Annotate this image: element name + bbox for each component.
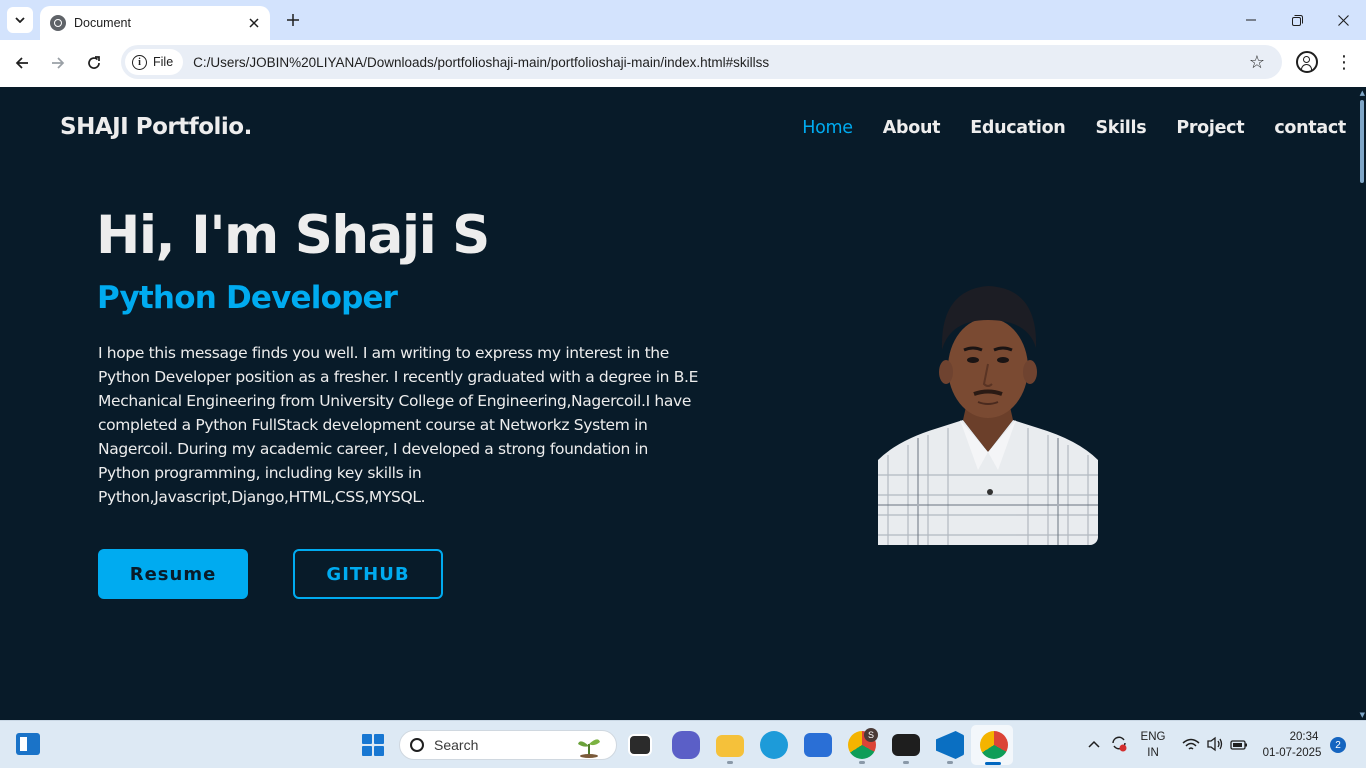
running-indicator <box>947 761 953 764</box>
arrow-right-icon <box>52 57 65 69</box>
search-icon <box>410 738 424 752</box>
start-button[interactable] <box>362 734 384 756</box>
reload-icon <box>88 56 100 69</box>
microsoft-store-icon[interactable] <box>804 733 832 757</box>
tab-search-button[interactable] <box>7 7 33 33</box>
taskbar-search-label: Search <box>434 737 479 753</box>
plus-icon <box>287 14 299 26</box>
main-nav: Home About Education Skills Project cont… <box>802 118 1346 138</box>
wifi-icon[interactable] <box>1182 737 1200 756</box>
widgets-icon[interactable] <box>16 733 40 755</box>
restore-button[interactable] <box>1274 0 1320 40</box>
language-indicator-bottom[interactable]: IN <box>1138 747 1168 759</box>
chevron-down-icon <box>15 17 25 23</box>
toolbar: i File C:/Users/JOBIN%20LIYANA/Downloads… <box>0 40 1366 87</box>
browser-tab[interactable]: Document <box>40 6 270 40</box>
terminal-icon[interactable] <box>892 734 920 756</box>
taskbar-search[interactable]: Search <box>399 730 617 760</box>
resume-button[interactable]: Resume <box>98 549 248 599</box>
new-tab-button[interactable] <box>281 8 305 32</box>
reload-button[interactable] <box>80 50 108 76</box>
nav-about[interactable]: About <box>883 118 941 138</box>
minimize-icon <box>1246 19 1256 21</box>
tab-title: Document <box>74 16 131 30</box>
close-icon <box>1337 14 1349 26</box>
edge-icon[interactable] <box>760 731 788 759</box>
volume-icon[interactable] <box>1206 736 1224 756</box>
taskbar: Search S ENG IN 20:34 01-07-2025 2 <box>0 720 1366 768</box>
restore-icon <box>1291 14 1303 26</box>
scroll-down-arrow-icon[interactable]: ▼ <box>1360 711 1365 719</box>
profile-photo <box>878 280 1098 545</box>
scroll-thumb[interactable] <box>1360 100 1364 183</box>
clock-date[interactable]: 01-07-2025 <box>1258 747 1326 759</box>
clock-time[interactable]: 20:34 <box>1282 731 1326 743</box>
kebab-menu-icon[interactable]: ⋮ <box>1334 50 1354 76</box>
notification-badge[interactable]: 2 <box>1330 737 1346 753</box>
nav-home[interactable]: Home <box>802 118 853 138</box>
nav-contact[interactable]: contact <box>1274 118 1346 138</box>
minimize-button[interactable] <box>1228 0 1274 40</box>
running-indicator <box>903 761 909 764</box>
arrow-left-icon <box>15 57 28 69</box>
github-button[interactable]: GITHUB <box>293 549 443 599</box>
plant-icon <box>578 739 600 758</box>
info-icon: i <box>132 54 147 70</box>
url-text[interactable]: C:/Users/JOBIN%20LIYANA/Downloads/portfo… <box>193 55 1242 70</box>
chrome-icon[interactable] <box>980 731 1008 759</box>
running-indicator <box>727 761 733 764</box>
site-info-chip[interactable]: i File <box>125 49 184 75</box>
page-viewport: SHAJI Portfolio. Home About Education Sk… <box>0 87 1366 720</box>
address-bar[interactable]: i File C:/Users/JOBIN%20LIYANA/Downloads… <box>121 45 1282 79</box>
task-view-icon[interactable] <box>628 734 652 756</box>
tab-strip: Document <box>0 0 1366 40</box>
file-explorer-icon[interactable] <box>716 735 744 757</box>
bookmark-star-icon[interactable]: ☆ <box>1242 52 1272 73</box>
show-hidden-icons-chevron-icon[interactable] <box>1088 737 1100 751</box>
hero-title: Hi, I'm Shaji S <box>96 205 490 266</box>
site-logo[interactable]: SHAJI Portfolio. <box>60 114 252 140</box>
hero-description: I hope this message finds you well. I am… <box>98 344 699 506</box>
nav-skills[interactable]: Skills <box>1095 118 1146 138</box>
nav-education[interactable]: Education <box>970 118 1066 138</box>
forward-button[interactable] <box>44 50 72 76</box>
hero-subtitle: Python Developer <box>97 280 398 316</box>
vscode-icon[interactable] <box>936 731 964 759</box>
site-chip-label: File <box>153 55 174 69</box>
close-window-button[interactable] <box>1320 0 1366 40</box>
running-indicator <box>859 761 865 764</box>
nav-project[interactable]: Project <box>1176 118 1244 138</box>
sync-icon[interactable] <box>1110 734 1128 752</box>
scroll-up-arrow-icon[interactable]: ▲ <box>1360 89 1365 97</box>
battery-icon[interactable] <box>1230 737 1248 756</box>
globe-icon <box>50 15 66 31</box>
close-tab-icon[interactable] <box>244 13 264 33</box>
back-button[interactable] <box>8 50 36 76</box>
profile-icon[interactable] <box>1296 51 1318 73</box>
teams-chat-icon[interactable] <box>672 731 700 759</box>
language-indicator-top[interactable]: ENG <box>1138 731 1168 743</box>
chrome-profile-badge: S <box>864 728 878 742</box>
page-scrollbar[interactable]: ▲ ▼ <box>1356 87 1366 720</box>
active-indicator <box>985 762 1001 765</box>
